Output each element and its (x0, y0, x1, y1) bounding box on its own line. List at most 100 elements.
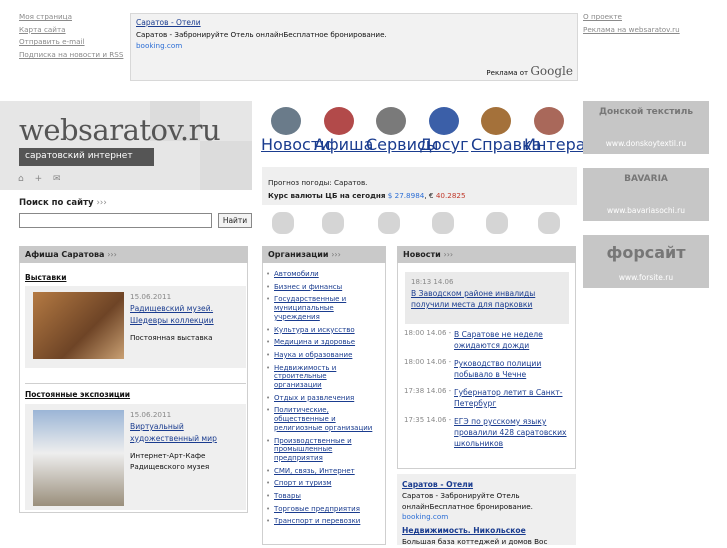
afisha-section-title[interactable]: Выставки (25, 273, 66, 282)
search-label-text: Поиск по сайту (19, 198, 94, 208)
org-link[interactable]: Политические, общественные и религиозные… (266, 406, 376, 432)
ad-url[interactable]: booking.com (402, 512, 571, 521)
org-link[interactable]: Культура и искусство (266, 326, 376, 335)
news-link[interactable]: В Заводском районе инвалиды получили мес… (411, 288, 563, 310)
site-logo[interactable]: websaratov.ru саратовский интернет ⌂ + ✉ (0, 101, 252, 190)
header-arrows: ››› (331, 250, 341, 259)
news-time: 18:00 14.06 - (404, 329, 452, 337)
search-input[interactable] (19, 213, 212, 228)
top-nav: Моя страница Карта сайта Отправить e-mai… (19, 11, 129, 61)
afisha-header[interactable]: Афиша Саратова ››› (19, 246, 248, 263)
org-link[interactable]: Наука и образование (266, 351, 376, 360)
org-link[interactable]: Товары (266, 492, 376, 501)
event-date: 15.06.2011 (130, 292, 172, 301)
news-header-label: Новости (403, 250, 441, 259)
news-link[interactable]: Руководство полиции побывало в Чечне (454, 358, 572, 380)
category-reference[interactable]: Справка (471, 107, 542, 154)
banner-bavaria[interactable]: BAVARIA www.bavariasochi.ru (583, 168, 709, 221)
org-link[interactable]: СМИ, связь, Интернет (266, 467, 376, 476)
ad-title[interactable]: Недвижимость. Никольское (402, 526, 571, 535)
news-time: 18:13 14.06 (411, 278, 454, 286)
category-services[interactable]: Сервисы (366, 107, 438, 154)
nav-subscribe-rss[interactable]: Подписка на новости и RSS (19, 49, 129, 62)
org-link[interactable]: Медицина и здоровье (266, 338, 376, 347)
banner-donskoytextil[interactable]: Донской текстиль www.donskoytextil.ru (583, 101, 709, 154)
banner-logo: BAVARIA (624, 174, 668, 184)
nav-sitemap[interactable]: Карта сайта (19, 24, 129, 37)
secondary-icons (266, 212, 576, 238)
category-leisure[interactable]: Досуг (419, 107, 469, 154)
ad-desc: Саратов - Забронируйте Отель онлайнБеспл… (402, 491, 533, 511)
nav-my-page[interactable]: Моя страница (19, 11, 129, 24)
top-ad-title[interactable]: Саратов - Отели (136, 18, 572, 27)
logo-pattern (200, 141, 252, 190)
divider (25, 383, 246, 384)
news-link[interactable]: ЕГЭ по русскому языку провалили 428 сара… (454, 416, 572, 449)
news-item: 18:00 14.06 - Руководство полиции побывал… (404, 358, 572, 379)
category-label[interactable]: Афиша (314, 135, 373, 154)
services-icon (376, 107, 406, 135)
top-ad-url[interactable]: booking.com (136, 41, 572, 50)
news-item: 18:00 14.06 -В Саратове не неделе ожидаю… (404, 329, 572, 350)
org-link[interactable]: Производственные и промышленные предприя… (266, 437, 376, 463)
sport-icon[interactable] (486, 212, 508, 234)
interactive-icon (534, 107, 564, 135)
news-link[interactable]: В Саратове не неделе ожидаются дожди (454, 329, 572, 351)
advertising-link[interactable]: Реклама на websaratov.ru (583, 24, 723, 37)
category-nav: Новости Афиша Сервисы Досуг Справка Инте… (261, 107, 624, 157)
org-link[interactable]: Отдых и развлечения (266, 394, 376, 403)
news-time: 17:38 14.06 - (404, 387, 452, 395)
category-afisha[interactable]: Афиша (314, 107, 373, 154)
event-link[interactable]: Радищевский музей. Шедевры коллекции (130, 303, 245, 326)
org-link[interactable]: Транспорт и перевозки (266, 517, 376, 526)
banner-forsite[interactable]: форсайт www.forsite.ru (583, 235, 709, 288)
afisha-event: 15.06.2011 Виртуальный художественный ми… (25, 404, 246, 510)
weather-forecast[interactable]: Прогноз погоды: Саратов. (268, 176, 571, 189)
org-link[interactable]: Торговые предприятия (266, 505, 376, 514)
orgs-header-label: Организации (268, 250, 329, 259)
banner-url: www.donskoytextil.ru (605, 139, 687, 148)
org-link[interactable]: Недвижимость и строительные организации (266, 364, 376, 390)
event-note: Постоянная выставка (130, 333, 213, 342)
banner-url: www.bavariasochi.ru (607, 206, 685, 215)
afisha-section-title[interactable]: Постоянные экспозиции (25, 390, 130, 399)
category-interactive[interactable]: Интерактив (524, 107, 624, 154)
google-logo: Google (530, 64, 573, 78)
banner-logo: Донской текстиль (598, 107, 694, 117)
flower-icon[interactable] (538, 212, 560, 234)
afisha-icon (324, 107, 354, 135)
weather-currency-box: Прогноз погоды: Саратов. Курс валюты ЦБ … (262, 167, 577, 205)
car-icon[interactable] (272, 212, 294, 234)
ads-by-google[interactable]: Реклама от Google (486, 64, 573, 78)
building-icon[interactable] (322, 212, 344, 234)
orgs-header[interactable]: Организации ››› (262, 246, 386, 263)
news-header[interactable]: Новости ››› (397, 246, 576, 263)
org-link[interactable]: Государственные и муниципальные учрежден… (266, 295, 376, 321)
event-link[interactable]: Виртуальный художественный мир (130, 421, 245, 444)
news-item: 17:38 14.06 - Губернатор летит в Санкт-Пе… (404, 387, 572, 408)
banner-logo: форсайт (606, 243, 686, 262)
search-label: Поиск по сайту ››› (19, 198, 107, 208)
reference-icon (481, 107, 511, 135)
org-link[interactable]: Автомобили (266, 270, 376, 279)
category-label[interactable]: Досуг (420, 135, 469, 154)
top-ad-block: Саратов - Отели Саратов - Забронируйте О… (130, 13, 578, 81)
news-link[interactable]: Губернатор летит в Санкт-Петербург (454, 387, 572, 409)
bank-icon[interactable] (432, 212, 454, 234)
nav-send-email[interactable]: Отправить e-mail (19, 36, 129, 49)
medical-icon[interactable] (378, 212, 400, 234)
ad-title[interactable]: Саратов - Отели (402, 480, 571, 489)
about-link[interactable]: О проекте (583, 11, 723, 24)
org-link[interactable]: Спорт и туризм (266, 479, 376, 488)
side-ad-block: Саратов - Отели Саратов - Забронируйте О… (397, 474, 576, 546)
logo-utility-icons[interactable]: ⌂ + ✉ (18, 174, 65, 184)
event-photo[interactable] (33, 292, 124, 359)
ad-desc: Большая база коттеджей и домов Вос (402, 537, 548, 546)
org-link[interactable]: Бизнес и финансы (266, 283, 376, 292)
eur-rate: 40.2825 (435, 191, 466, 200)
category-news[interactable]: Новости (261, 107, 331, 154)
search-button[interactable]: Найти (218, 213, 252, 228)
top-ad-desc: Саратов - Забронируйте Отель онлайнБеспл… (136, 30, 387, 39)
header-arrows: ››› (107, 250, 117, 259)
event-photo[interactable] (33, 410, 124, 506)
